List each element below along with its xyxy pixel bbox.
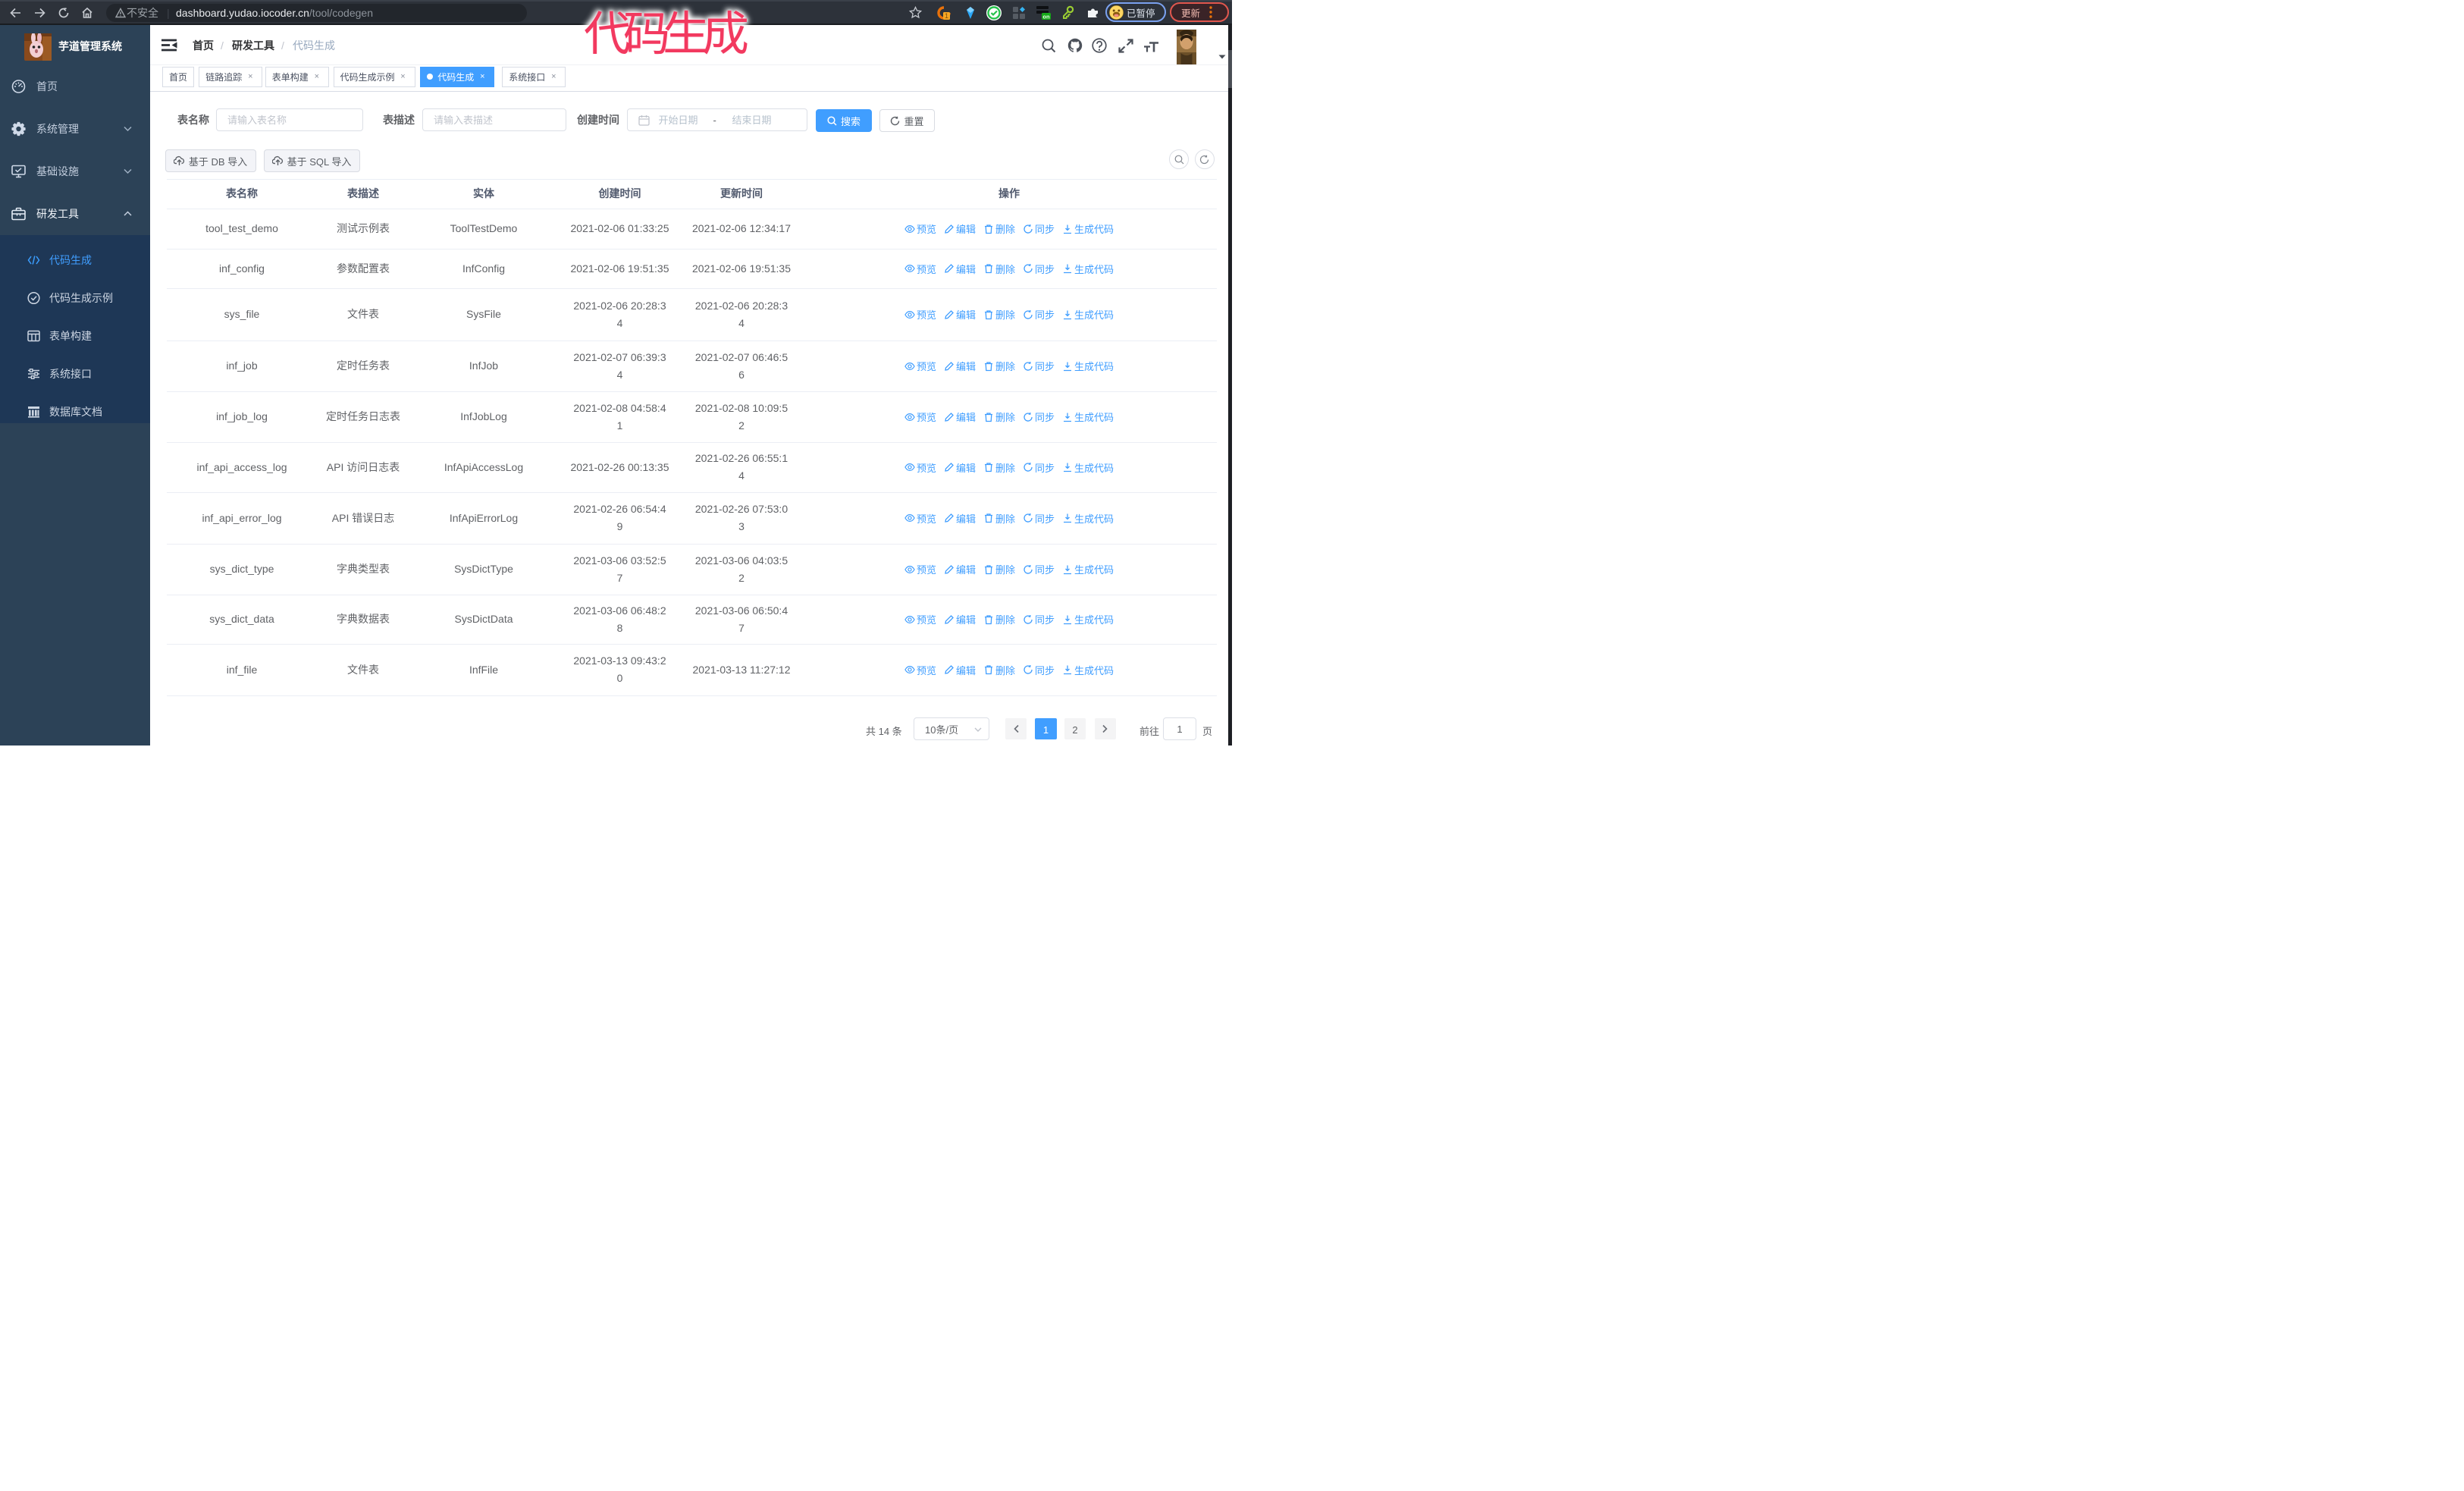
svg-text:on: on — [1042, 13, 1050, 20]
svg-text:1: 1 — [945, 12, 948, 20]
